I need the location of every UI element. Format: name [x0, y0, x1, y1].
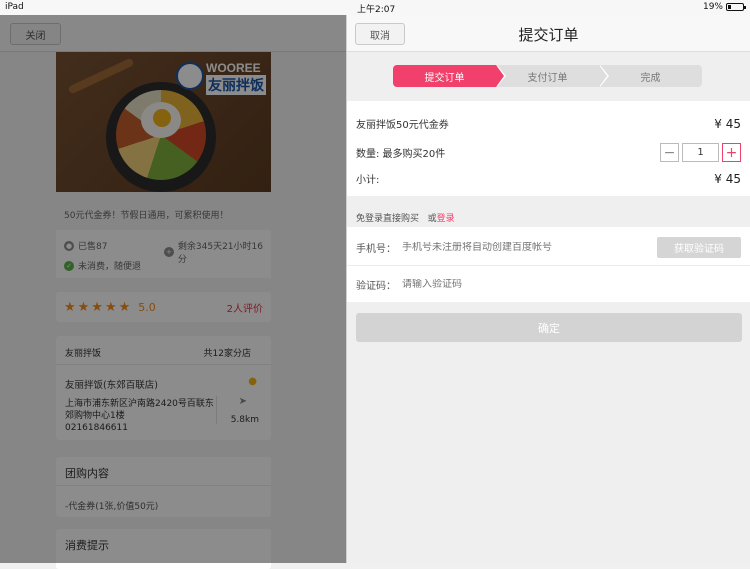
subtotal-value: ¥ 45 [714, 171, 741, 186]
order-header: 取消 提交订单 [347, 15, 750, 52]
device-name: iPad [5, 2, 24, 12]
step-pay-order: 支付订单 [496, 65, 609, 87]
subtotal-label: 小计: [356, 175, 380, 186]
get-code-button[interactable]: 获取验证码 [657, 236, 741, 258]
product-price: ¥ 45 [714, 116, 741, 131]
status-bar: iPad 上午2:07 19% [0, 0, 750, 15]
battery-icon [726, 3, 746, 11]
step-complete: 完成 [599, 65, 702, 87]
order-steps: 提交订单 支付订单 完成 [393, 65, 702, 87]
quantity-label: 数量: 最多购买20件 [356, 149, 446, 160]
login-hint: 免登录直接购买 或登录 [356, 214, 455, 224]
order-summary: 友丽拌饭50元代金券 ¥ 45 数量: 最多购买20件 − 1 + 小计: ¥ … [347, 101, 750, 196]
decrease-button[interactable]: − [660, 143, 679, 162]
modal-overlay[interactable] [0, 15, 346, 563]
phone-label: 手机号： [356, 243, 396, 255]
page-title: 提交订单 [518, 26, 579, 44]
battery-indicator: 19% [702, 2, 746, 12]
phone-input[interactable] [402, 241, 657, 253]
product-name: 友丽拌饭50元代金券 [356, 120, 449, 131]
status-time: 上午2:07 [357, 5, 396, 15]
login-form: 手机号： 获取验证码 验证码： [347, 227, 750, 302]
battery-percent: 19% [702, 2, 723, 12]
code-label: 验证码： [356, 280, 396, 292]
confirm-button[interactable]: 确定 [356, 313, 742, 342]
step-submit-order: 提交订单 [393, 65, 506, 87]
quantity-stepper: − 1 + [660, 143, 741, 162]
quantity-input[interactable]: 1 [682, 143, 719, 162]
login-link[interactable]: 登录 [437, 214, 455, 224]
submit-order-panel: 取消 提交订单 提交订单 支付订单 完成 友丽拌饭50元代金券 ¥ 45 数量:… [346, 15, 750, 563]
code-input[interactable] [402, 278, 741, 290]
increase-button[interactable]: + [722, 143, 741, 162]
